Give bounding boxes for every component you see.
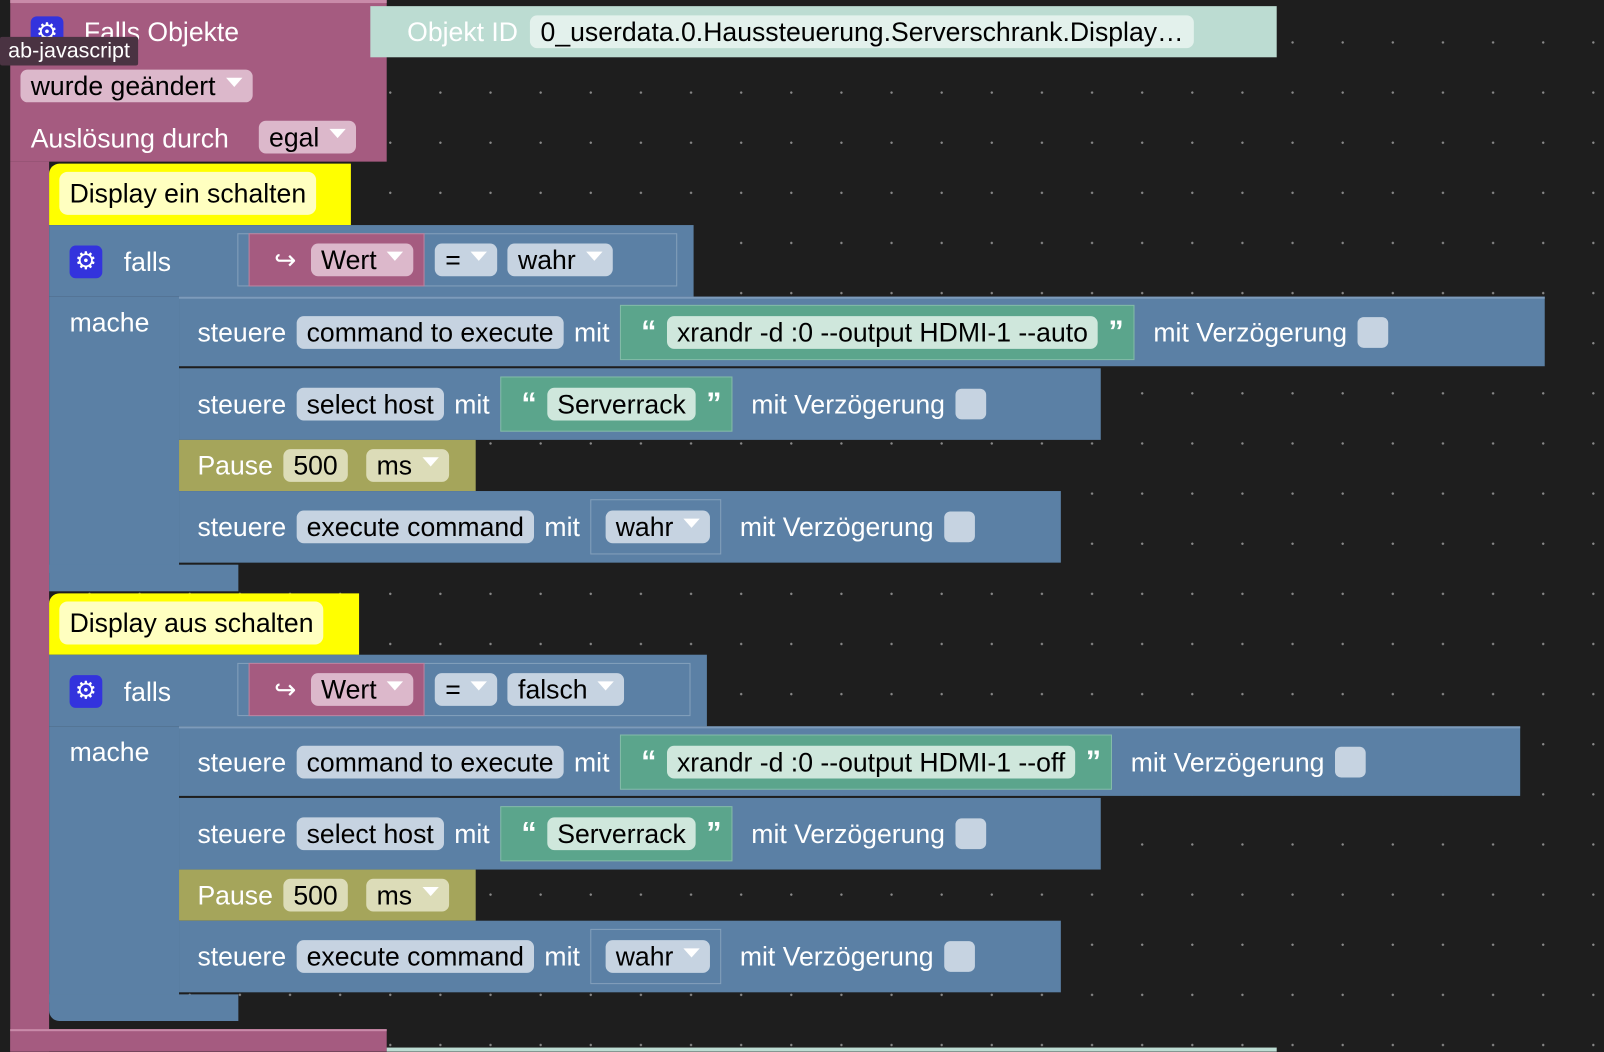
operator-dropdown[interactable]: = xyxy=(434,243,498,277)
target-field[interactable]: select host xyxy=(296,817,445,851)
text-block[interactable]: “ xrandr -d :0 --output HDMI-1 --auto ” xyxy=(619,304,1135,361)
text-block[interactable]: “ Serverrack ” xyxy=(499,806,733,862)
target-field[interactable]: command to execute xyxy=(296,316,564,349)
trigger-by-dropdown[interactable]: egal xyxy=(258,120,357,154)
open-quote-icon: “ xyxy=(641,744,657,779)
control-statement[interactable]: steuere execute command mit wahr mit Ver… xyxy=(179,491,1061,563)
tooltip: ab-javascript xyxy=(0,36,139,66)
delay-label: mit Verzögerung xyxy=(751,817,945,849)
trigger-block-bottom xyxy=(10,1029,387,1052)
boolean-block[interactable]: wahr xyxy=(590,928,722,985)
pause-value-field[interactable]: 500 xyxy=(283,449,348,482)
with-label: mit xyxy=(454,817,490,849)
delay-label: mit Verzögerung xyxy=(739,510,934,542)
delay-label: mit Verzögerung xyxy=(1130,746,1325,777)
with-label: mit xyxy=(544,940,580,972)
delay-checkbox[interactable] xyxy=(1357,317,1389,348)
do-label: mache xyxy=(69,736,150,768)
control-statement[interactable]: steuere select host mit “ Serverrack ” mit… xyxy=(179,797,1101,870)
text-block[interactable]: “ xrandr -d :0 --output HDMI-1 --off ” xyxy=(619,734,1113,790)
control-statement[interactable]: steuere command to execute mit “ xrandr -… xyxy=(179,726,1521,796)
text-field[interactable]: xrandr -d :0 --output HDMI-1 --off xyxy=(666,745,1076,779)
pause-block[interactable]: Pause 500 ms xyxy=(179,869,476,921)
compare-value-dropdown[interactable]: wahr xyxy=(507,243,613,277)
delay-label: mit Verzögerung xyxy=(751,388,945,419)
condition[interactable]: ↪ Wert = falsch xyxy=(237,662,691,717)
control-label: steuere xyxy=(197,510,287,542)
control-statement[interactable]: steuere execute command mit wahr mit Ver… xyxy=(179,920,1061,993)
delay-checkbox[interactable] xyxy=(943,511,975,543)
pause-unit-dropdown[interactable]: ms xyxy=(366,878,449,912)
control-label: steuere xyxy=(197,316,287,348)
condition[interactable]: ↪ Wert = wahr xyxy=(237,233,678,287)
delay-label: mit Verzögerung xyxy=(1153,316,1348,348)
gear-icon[interactable]: ⚙ xyxy=(69,675,103,708)
object-id-block[interactable]: Objekt ID 0_userdata.0.Haussteuerung.Ser… xyxy=(370,6,1277,58)
if-block-bottom xyxy=(49,564,239,592)
open-quote-icon: “ xyxy=(521,816,537,851)
target-field[interactable]: select host xyxy=(296,387,445,421)
with-label: mit xyxy=(573,316,610,348)
pause-unit-dropdown[interactable]: ms xyxy=(366,449,449,482)
comment-text[interactable]: Display ein schalten xyxy=(59,171,317,215)
control-label: steuere xyxy=(197,817,287,849)
operator-dropdown[interactable]: = xyxy=(434,673,498,706)
comment-block[interactable]: Display aus schalten xyxy=(49,593,360,655)
comment-block[interactable]: Display ein schalten xyxy=(49,163,351,226)
target-field[interactable]: execute command xyxy=(296,940,535,973)
text-field[interactable]: xrandr -d :0 --output HDMI-1 --auto xyxy=(666,316,1099,349)
close-quote-icon: ” xyxy=(706,816,722,851)
boolean-block[interactable]: wahr xyxy=(590,499,722,555)
gear-icon[interactable]: ⚙ xyxy=(69,245,103,279)
with-label: mit xyxy=(573,746,610,777)
control-label: steuere xyxy=(197,746,287,777)
close-quote-icon: ” xyxy=(1108,315,1124,349)
text-field[interactable]: Serverrack xyxy=(547,387,697,421)
if-label: falls xyxy=(123,246,172,278)
object-id-label: Objekt ID xyxy=(407,15,519,47)
if-label: falls xyxy=(123,676,172,707)
open-quote-icon: “ xyxy=(641,315,657,349)
blockly-workspace[interactable]: ⚙ Falls Objekte Objekt ID 0_userdata.0.H… xyxy=(0,0,1604,1052)
boolean-dropdown[interactable]: wahr xyxy=(605,940,711,973)
value-block[interactable]: ↪ Wert xyxy=(248,233,425,287)
control-statement[interactable]: steuere command to execute mit “ xrandr -… xyxy=(179,296,1545,367)
object-id-field[interactable]: 0_userdata.0.Haussteuerung.Serverschrank… xyxy=(530,15,1194,49)
with-label: mit xyxy=(454,388,490,419)
event-dropdown[interactable]: wurde geändert xyxy=(20,69,253,103)
do-label: mache xyxy=(69,306,150,338)
open-quote-icon: “ xyxy=(521,386,537,421)
pause-value-field[interactable]: 500 xyxy=(283,878,348,912)
delay-checkbox[interactable] xyxy=(1334,746,1366,778)
control-label: steuere xyxy=(197,940,287,972)
with-label: mit xyxy=(544,510,580,542)
if-block-bottom xyxy=(49,994,239,1021)
delay-checkbox[interactable] xyxy=(955,818,986,850)
control-statement[interactable]: steuere select host mit “ Serverrack ” mit… xyxy=(179,368,1101,440)
value-dropdown[interactable]: Wert xyxy=(310,243,414,277)
delay-label: mit Verzögerung xyxy=(739,940,934,972)
pause-block[interactable]: Pause 500 ms xyxy=(179,439,476,492)
pause-label: Pause xyxy=(197,879,273,910)
return-arrow-icon: ↪ xyxy=(274,673,297,705)
comment-text[interactable]: Display aus schalten xyxy=(59,601,324,645)
value-dropdown[interactable]: Wert xyxy=(310,673,414,706)
text-block[interactable]: “ Serverrack ” xyxy=(499,376,733,432)
delay-checkbox[interactable] xyxy=(955,388,986,420)
delay-checkbox[interactable] xyxy=(943,941,975,972)
compare-value-dropdown[interactable]: falsch xyxy=(507,673,625,706)
target-field[interactable]: execute command xyxy=(296,510,535,544)
next-block-edge xyxy=(386,1047,1277,1052)
control-label: steuere xyxy=(197,388,287,419)
trigger-block-arm xyxy=(10,161,50,1052)
return-arrow-icon: ↪ xyxy=(274,243,297,275)
boolean-dropdown[interactable]: wahr xyxy=(605,510,711,544)
text-field[interactable]: Serverrack xyxy=(547,817,697,851)
trigger-by-label: Auslösung durch xyxy=(30,122,229,154)
value-block[interactable]: ↪ Wert xyxy=(248,662,425,717)
close-quote-icon: ” xyxy=(706,386,722,421)
target-field[interactable]: command to execute xyxy=(296,745,564,779)
pause-label: Pause xyxy=(197,449,273,481)
close-quote-icon: ” xyxy=(1085,744,1102,779)
